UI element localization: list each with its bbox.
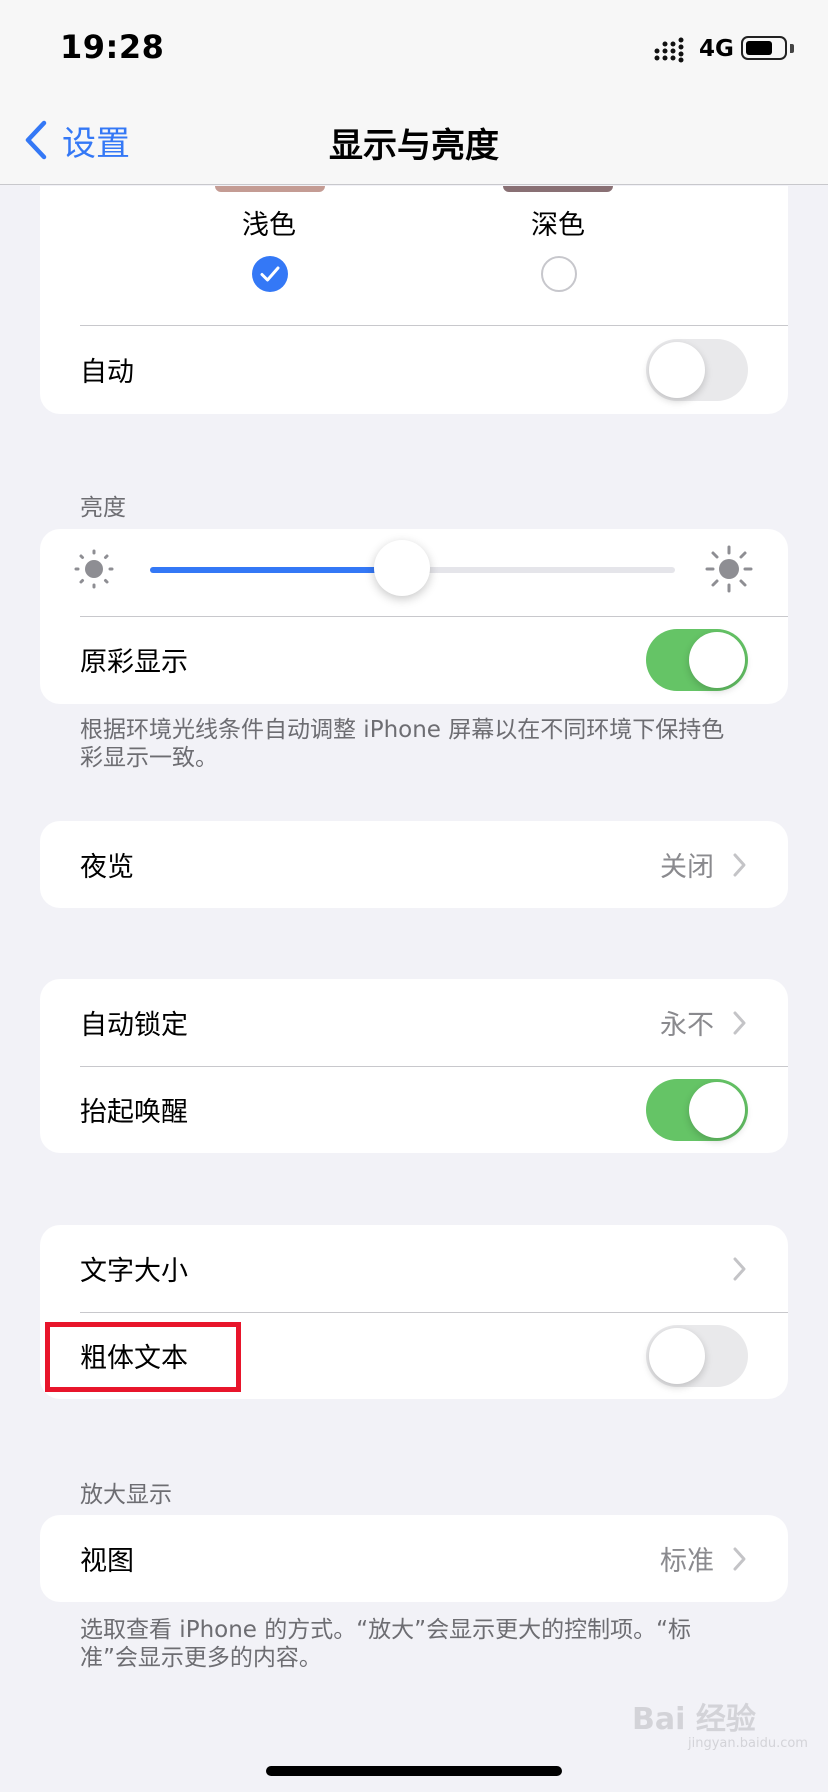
brightness-footer: 根据环境光线条件自动调整 iPhone 屏幕以在不同环境下保持色彩显示一致。 xyxy=(80,717,725,771)
zoom-card: 视图 标准 xyxy=(40,1515,788,1602)
true-tone-toggle[interactable] xyxy=(646,628,748,691)
brightness-header: 亮度 xyxy=(80,495,126,521)
dark-radio[interactable] xyxy=(541,256,577,292)
true-tone-row: 原彩显示 xyxy=(40,616,788,703)
auto-label: 自动 xyxy=(80,357,134,388)
home-indicator[interactable] xyxy=(266,1766,562,1776)
checkmark-icon xyxy=(260,266,280,282)
raise-to-wake-label: 抬起唤醒 xyxy=(80,1097,188,1128)
sun-small-icon xyxy=(74,549,114,589)
dark-option-label[interactable]: 深色 xyxy=(478,203,638,242)
network-type: 4G xyxy=(699,36,734,62)
battery-icon xyxy=(741,36,787,60)
night-shift-card: 夜览 关闭 xyxy=(40,821,788,908)
view-row[interactable]: 视图 标准 xyxy=(40,1515,788,1602)
auto-appearance-row: 自动 xyxy=(40,326,788,413)
lock-card: 自动锁定 永不 抬起唤醒 xyxy=(40,979,788,1153)
battery-tip xyxy=(790,44,794,53)
raise-to-wake-toggle[interactable] xyxy=(646,1078,748,1141)
auto-lock-label: 自动锁定 xyxy=(80,1010,188,1041)
status-bar: 19:28 4G xyxy=(0,0,828,100)
zoom-header: 放大显示 xyxy=(80,1482,172,1508)
night-shift-value: 关闭 xyxy=(660,852,714,883)
brightness-slider-knob[interactable] xyxy=(374,540,430,596)
baidu-watermark: Bai 经验 xyxy=(632,1702,756,1737)
brightness-slider-fill xyxy=(150,567,402,573)
page-title: 显示与亮度 xyxy=(329,126,499,166)
brightness-slider-row xyxy=(40,529,788,616)
view-label: 视图 xyxy=(80,1546,134,1577)
brightness-card: 原彩显示 xyxy=(40,529,788,704)
view-value: 标准 xyxy=(660,1546,714,1577)
dark-preview-thumbnail[interactable] xyxy=(503,186,613,192)
auto-lock-row[interactable]: 自动锁定 永不 xyxy=(40,979,788,1066)
auto-toggle[interactable] xyxy=(646,338,748,401)
zoom-footer: 选取查看 iPhone 的方式。“放大”会显示更大的控制项。“标准”会显示更多的… xyxy=(80,1617,692,1671)
chevron-right-icon xyxy=(733,853,746,876)
bold-text-highlight-box xyxy=(45,1322,241,1392)
text-size-row[interactable]: 文字大小 xyxy=(40,1225,788,1312)
raise-to-wake-row: 抬起唤醒 xyxy=(40,1066,788,1153)
true-tone-label: 原彩显示 xyxy=(80,647,188,678)
cellular-signal-icon xyxy=(654,37,684,63)
chevron-right-icon xyxy=(733,1257,746,1280)
auto-lock-value: 永不 xyxy=(660,1010,714,1041)
baidu-watermark-url: jingyan.baidu.com xyxy=(688,1736,808,1751)
light-preview-thumbnail[interactable] xyxy=(215,186,325,192)
night-shift-label: 夜览 xyxy=(80,852,134,883)
chevron-right-icon xyxy=(733,1011,746,1034)
sun-large-icon xyxy=(705,545,753,593)
nav-bar: 设置 显示与亮度 xyxy=(0,100,828,185)
appearance-card: 浅色 深色 自动 xyxy=(40,186,788,414)
bold-text-toggle[interactable] xyxy=(646,1324,748,1387)
light-option-label[interactable]: 浅色 xyxy=(189,203,349,242)
text-size-label: 文字大小 xyxy=(80,1256,188,1287)
status-time: 19:28 xyxy=(60,28,165,66)
chevron-right-icon xyxy=(733,1547,746,1570)
night-shift-row[interactable]: 夜览 关闭 xyxy=(40,821,788,908)
light-radio-checked[interactable] xyxy=(252,256,288,292)
